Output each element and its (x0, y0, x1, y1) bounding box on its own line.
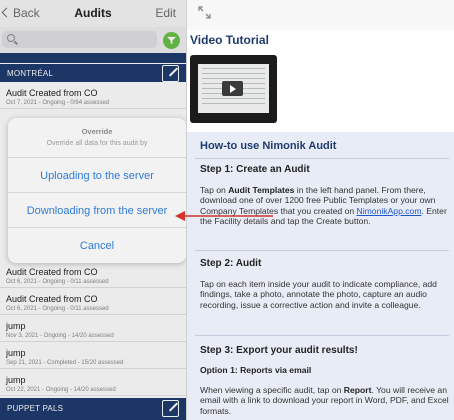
nimonikapp-link[interactable]: NimonikApp.com (357, 206, 422, 216)
step1-text-b: Audit Templates (228, 185, 295, 195)
cancel-button[interactable]: Cancel (8, 229, 186, 263)
divider-line (195, 250, 449, 251)
video-tutorial-title: Video Tutorial (190, 33, 269, 47)
tutorial-content: Video Tutorial How-to use Nimonik Audit … (187, 30, 454, 420)
option1-text-a: When viewing a specific audit, tap on (200, 385, 344, 395)
override-dialog-header: Override Override all data for this audi… (8, 118, 186, 158)
step1-title: Step 1: Create an Audit (200, 164, 310, 175)
downloading-from-server-button[interactable]: Downloading from the server (8, 194, 186, 228)
divider-line (195, 335, 449, 336)
app-root: Back Audits Edit MONTRÉAL Audit Created … (0, 0, 454, 420)
divider-line (195, 158, 449, 159)
override-dialog: Override Override all data for this audi… (8, 118, 186, 263)
step3-title: Step 3: Export your audit results! (200, 345, 358, 356)
override-dialog-title: Override (81, 127, 113, 136)
step2-title: Step 2: Audit (200, 258, 262, 269)
step1-text-a: Tap on (200, 185, 229, 195)
video-thumbnail[interactable] (190, 55, 277, 123)
option1-text: When viewing a specific audit, tap on Re… (200, 385, 450, 416)
howto-title: How-to use Nimonik Audit (200, 140, 337, 152)
detail-toolbar (187, 0, 454, 30)
play-icon[interactable] (222, 81, 243, 96)
arrow-left-icon (175, 211, 273, 221)
step2-text: Tap on each item inside your audit to in… (200, 279, 437, 310)
howto-section: How-to use Nimonik Audit Step 1: Create … (187, 132, 454, 420)
expand-icon[interactable] (198, 6, 211, 19)
audits-panel: Back Audits Edit MONTRÉAL Audit Created … (0, 0, 186, 420)
override-dialog-message: Override all data for this audit by (46, 140, 148, 147)
uploading-to-server-button[interactable]: Uploading to the server (8, 159, 186, 193)
option1-title: Option 1: Reports via email (200, 365, 312, 375)
option1-text-b: Report (343, 385, 372, 395)
